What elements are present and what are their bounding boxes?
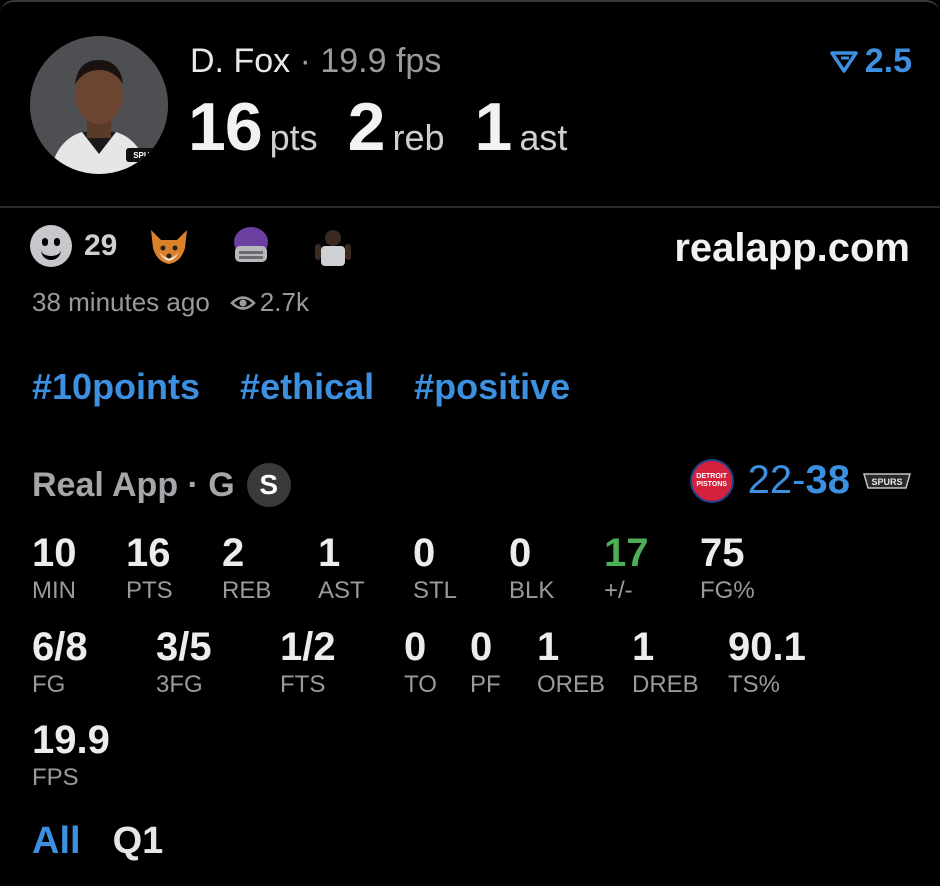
boost-value: 2.5 [864, 42, 912, 80]
league-line: Real App · G S [32, 463, 291, 507]
game-score[interactable]: DETROIT PISTONS 22 - 38 SPURS [689, 458, 912, 503]
headline-ast-unit: ast [519, 117, 568, 158]
player-photo-icon: SPURS [30, 36, 168, 174]
headline-reb-unit: reb [392, 117, 445, 158]
stat-label: DREB [632, 671, 699, 698]
stat-value: 90.1 [728, 625, 806, 669]
stat-label: 3FG [156, 671, 203, 698]
headline-pts-value: 16 [188, 89, 263, 165]
reactions-bar[interactable]: 29 [30, 224, 393, 268]
stat-min: 10 MIN [32, 531, 77, 605]
stat-oreb: 1 OREB [537, 625, 605, 699]
stat-value: 2 [222, 531, 245, 575]
stat-pts: 16 PTS [126, 531, 173, 605]
hashtag-list: #10points #ethical #positive [32, 366, 570, 408]
stat-label: REB [222, 577, 272, 604]
player-name[interactable]: D. Fox [190, 42, 290, 80]
stat-value: 1 [318, 531, 341, 575]
stat-fts: 1/2 FTS [280, 625, 336, 699]
stat-ast: 1 AST [318, 531, 365, 605]
tab-q1[interactable]: Q1 [113, 820, 164, 863]
view-count: 2.7k [230, 287, 309, 318]
boost-arrow-icon [829, 50, 858, 73]
hashtag-10points[interactable]: #10points [32, 366, 200, 408]
headline-statline: 16 pts 2 reb 1 ast [188, 88, 597, 166]
stat-label: MIN [32, 577, 76, 604]
stat-value: 0 [404, 625, 427, 669]
period-tabs: All Q1 [32, 820, 163, 863]
boost-indicator[interactable]: 2.5 [829, 42, 912, 81]
fox-icon[interactable] [147, 224, 191, 268]
stat-value: 75 [700, 531, 745, 575]
player-avatar[interactable]: SPURS [30, 36, 168, 174]
stat-label: BLK [509, 577, 555, 604]
svg-text:SPURS: SPURS [871, 477, 902, 487]
stat-label: STL [413, 577, 458, 604]
helmet-icon[interactable] [229, 224, 273, 268]
score-left: 22 [747, 458, 793, 502]
stat-value: 3/5 [156, 625, 212, 669]
stat-label: FG% [700, 577, 755, 604]
headline-ast-value: 1 [474, 89, 513, 165]
stat-label: FG [32, 671, 66, 698]
position-badge: S [246, 463, 291, 507]
name-separator: · [299, 42, 311, 80]
player-avatar-icon[interactable] [311, 224, 355, 268]
stat-fps: 19.9 FPS [32, 718, 110, 792]
stat-value: 17 [604, 531, 649, 575]
stat-label: OREB [537, 671, 606, 698]
stat-label: PTS [126, 577, 173, 604]
post-meta: 38 minutes ago 2.7k [32, 287, 309, 318]
stat-ts-pct: 90.1 TS% [728, 625, 806, 699]
stat-stl: 0 STL [413, 531, 457, 605]
stat-to: 0 TO [404, 625, 437, 699]
stat-value: 0 [413, 531, 436, 575]
stat-fg-pct: 75 FG% [700, 531, 755, 605]
smile-icon[interactable] [30, 225, 72, 267]
stat-reb: 2 REB [222, 531, 271, 605]
stat-label: +/- [604, 577, 633, 604]
headline-reb-value: 2 [347, 89, 386, 165]
stat-plus-minus: 17 +/- [604, 531, 649, 605]
score-right: 38 [805, 458, 851, 502]
time-ago: 38 minutes ago [32, 287, 210, 317]
stat-value: 0 [470, 625, 493, 669]
pistons-logo-icon: DETROIT PISTONS [689, 458, 734, 503]
stat-pf: 0 PF [470, 625, 501, 699]
hashtag-positive[interactable]: #positive [414, 366, 570, 408]
stat-value: 1/2 [280, 625, 336, 669]
view-count-value: 2.7k [259, 287, 309, 317]
stat-label: FTS [280, 671, 326, 698]
reaction-count[interactable]: 29 [84, 229, 117, 263]
stat-fg: 6/8 FG [32, 625, 88, 699]
headline-pts-unit: pts [269, 117, 318, 158]
stat-label: PF [470, 671, 501, 698]
stat-value: 0 [509, 531, 532, 575]
stat-label: TS% [728, 671, 781, 698]
stat-3fg: 3/5 3FG [156, 625, 212, 699]
player-fps: 19.9 fps [320, 42, 442, 80]
stat-label: AST [318, 577, 365, 604]
site-link[interactable]: realapp.com [674, 226, 910, 271]
league-name: Real App · G [32, 465, 235, 504]
stat-value: 16 [126, 531, 171, 575]
stat-value: 1 [632, 625, 655, 669]
stat-value: 1 [537, 625, 560, 669]
stat-label: FPS [32, 764, 79, 791]
stat-value: 19.9 [32, 718, 110, 762]
stat-value: 6/8 [32, 625, 88, 669]
stat-label: TO [404, 671, 437, 698]
eye-icon [230, 295, 256, 310]
hashtag-ethical[interactable]: #ethical [240, 366, 374, 408]
stat-blk: 0 BLK [509, 531, 554, 605]
stat-value: 10 [32, 531, 77, 575]
section-divider [0, 206, 940, 208]
score-dash: - [792, 458, 806, 502]
spurs-logo-icon: SPURS [863, 472, 911, 489]
player-name-line[interactable]: D. Fox · 19.9 fps [190, 42, 441, 81]
stat-dreb: 1 DREB [632, 625, 699, 699]
tab-all[interactable]: All [32, 820, 81, 863]
